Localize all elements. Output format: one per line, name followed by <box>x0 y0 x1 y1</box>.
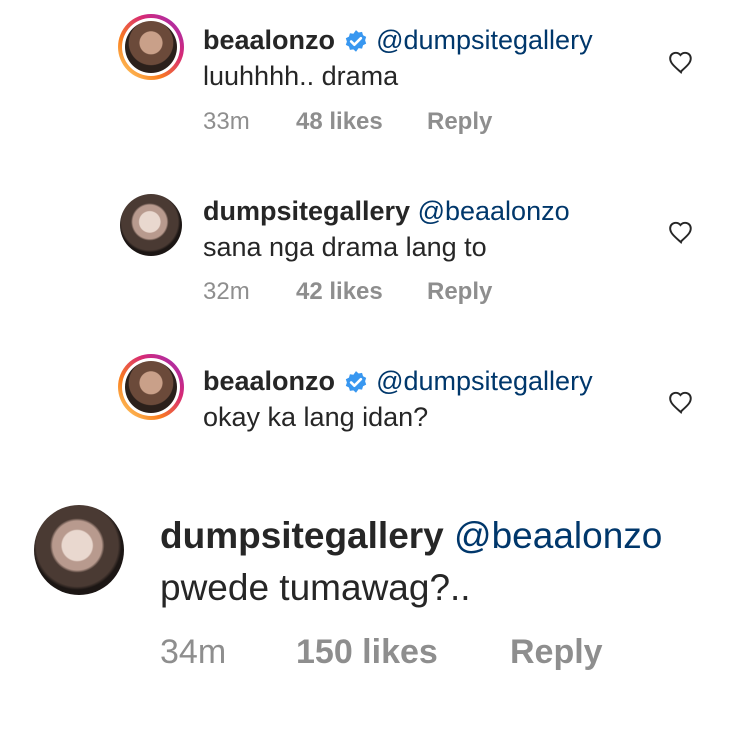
comment-text: sana nga drama lang to <box>203 232 487 262</box>
comment-item: beaalonzo @dumpsitegallery luuhhhh.. dra… <box>0 0 750 170</box>
likes-count[interactable]: 150 likes <box>296 633 510 672</box>
mention-link[interactable]: @dumpsitegallery <box>376 25 593 55</box>
avatar[interactable] <box>118 354 184 420</box>
verified-badge-icon <box>345 29 366 52</box>
comment-item: beaalonzo @dumpsitegallery okay ka lang … <box>0 340 750 470</box>
username[interactable]: beaalonzo <box>203 366 335 396</box>
mention-link[interactable]: @beaalonzo <box>454 515 662 556</box>
heart-outline-icon[interactable] <box>668 390 694 414</box>
reply-button[interactable]: Reply <box>427 108 492 136</box>
likes-count[interactable]: 48 likes <box>296 108 427 136</box>
verified-badge-icon <box>345 370 366 393</box>
mention-link[interactable]: @dumpsitegallery <box>376 366 593 396</box>
username[interactable]: beaalonzo <box>203 25 335 55</box>
comment-text: luuhhhh.. drama <box>203 61 399 91</box>
comment-item: dumpsitegallery @beaalonzo sana nga dram… <box>0 170 750 340</box>
reply-button[interactable]: Reply <box>427 278 492 306</box>
reply-button[interactable]: Reply <box>510 633 603 672</box>
timestamp: 34m <box>160 633 227 671</box>
username[interactable]: dumpsitegallery <box>203 196 410 226</box>
username[interactable]: dumpsitegallery <box>160 515 444 556</box>
avatar[interactable] <box>34 505 124 595</box>
mention-link[interactable]: @beaalonzo <box>418 196 570 226</box>
heart-outline-icon[interactable] <box>668 220 694 244</box>
comment-text: okay ka lang idan? <box>203 402 429 432</box>
avatar[interactable] <box>120 194 182 256</box>
timestamp: 32m <box>203 278 250 305</box>
comment-item: dumpsitegallery @beaalonzo pwede tumawag… <box>0 470 750 750</box>
avatar[interactable] <box>118 14 184 80</box>
heart-outline-icon[interactable] <box>668 50 694 74</box>
timestamp: 33m <box>203 108 250 135</box>
likes-count[interactable]: 42 likes <box>296 278 427 306</box>
comment-text: pwede tumawag?.. <box>160 567 471 608</box>
